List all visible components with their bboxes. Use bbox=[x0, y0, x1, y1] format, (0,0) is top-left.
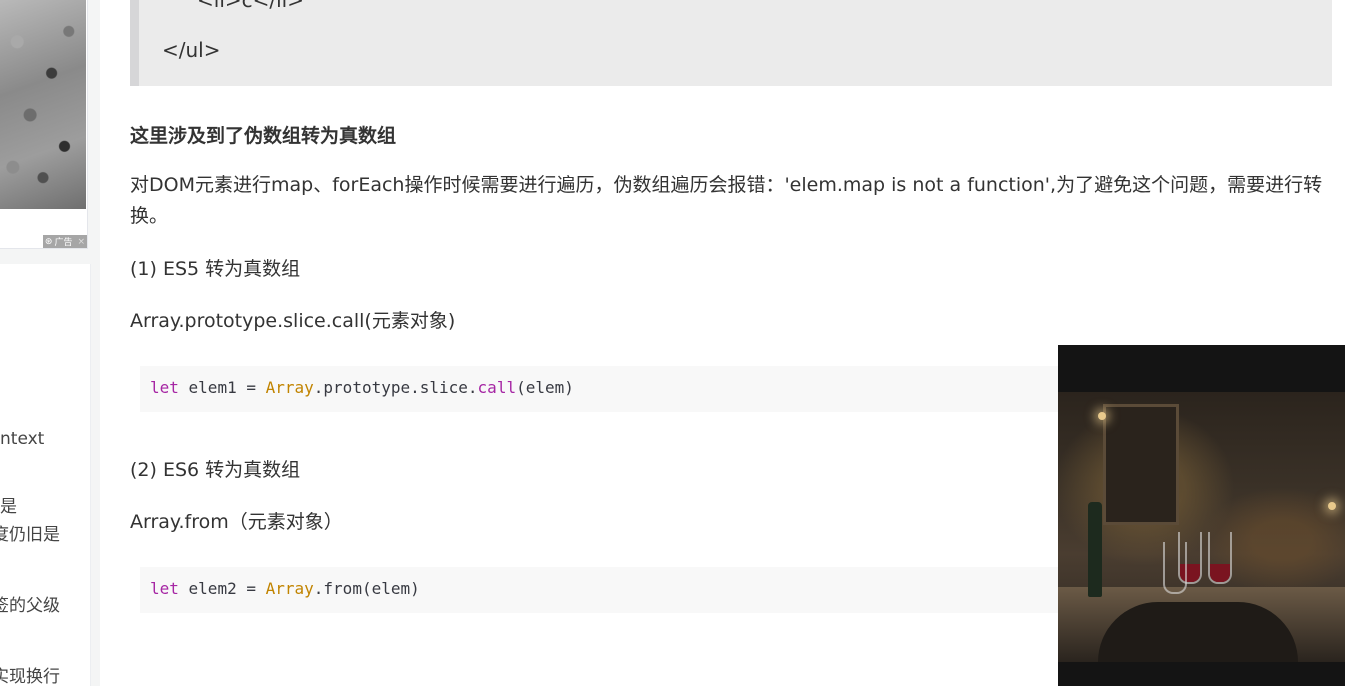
video-bottom-bar bbox=[1058, 662, 1345, 686]
toc-item[interactable]: 实现换行 bbox=[0, 666, 88, 686]
code-text: elem1 = bbox=[178, 378, 266, 397]
code-keyword: let bbox=[150, 579, 179, 598]
code-text: (elem) bbox=[516, 378, 574, 397]
sidebar-toc: ntext 是 度仍旧是 签的父级 实现换行 bbox=[0, 264, 91, 686]
toc-item[interactable]: 签的父级 bbox=[0, 595, 88, 617]
video-scene-bottle bbox=[1088, 502, 1102, 597]
code-keyword: let bbox=[150, 378, 179, 397]
video-frame[interactable] bbox=[1058, 392, 1345, 672]
sidebar-ad[interactable]: ⊛ 广告 × bbox=[0, 0, 88, 249]
code-line: let elem2 = Array.from(elem) bbox=[150, 578, 420, 600]
video-scene-lamp bbox=[1328, 502, 1336, 510]
page: ⊛ 广告 × ntext 是 度仍旧是 签的父级 实现换行 <li>c</li>… bbox=[0, 0, 1345, 686]
ad-badge: ⊛ 广告 × bbox=[42, 235, 87, 248]
code-class: Array bbox=[265, 579, 314, 598]
video-scene-window bbox=[1103, 404, 1179, 525]
code-text: .prototype.slice. bbox=[313, 378, 478, 397]
code-line: let elem1 = Array.prototype.slice.call(e… bbox=[150, 377, 574, 399]
quote-line: <li>c</li> bbox=[197, 0, 304, 12]
es5-method: Array.prototype.slice.call(元素对象) bbox=[130, 310, 456, 332]
video-scene-lamp bbox=[1098, 412, 1106, 420]
video-scene-glass bbox=[1208, 532, 1232, 584]
section-heading: 这里涉及到了伪数组转为真数组 bbox=[130, 125, 397, 147]
toc-item[interactable]: 度仍旧是 bbox=[0, 524, 88, 546]
quote-line: </ul> bbox=[162, 38, 221, 62]
ad-logo-icon: ⊛ bbox=[44, 236, 53, 247]
code-text: elem2 = bbox=[178, 579, 266, 598]
es6-title: (2) ES6 转为真数组 bbox=[130, 459, 301, 481]
intro-paragraph: 对DOM元素进行map、forEach操作时候需要进行遍历，伪数组遍历会报错：'… bbox=[130, 174, 1323, 227]
es6-method: Array.from（元素对象） bbox=[130, 511, 343, 533]
code-quote-block: <li>c</li> </ul> bbox=[130, 0, 1332, 86]
video-scene-glass bbox=[1163, 542, 1187, 594]
ad-label: 广告 bbox=[54, 238, 73, 248]
code-function: call bbox=[477, 378, 517, 397]
ad-close-icon[interactable]: × bbox=[77, 237, 85, 247]
toc-item[interactable]: 是 bbox=[0, 496, 88, 518]
code-text: .from(elem) bbox=[313, 579, 420, 598]
floating-video-player[interactable] bbox=[1058, 345, 1345, 686]
code-class: Array bbox=[265, 378, 314, 397]
ad-image[interactable] bbox=[0, 0, 86, 209]
video-top-bar bbox=[1058, 345, 1345, 392]
toc-item[interactable]: ntext bbox=[0, 428, 88, 450]
es5-title: (1) ES5 转为真数组 bbox=[130, 258, 301, 280]
